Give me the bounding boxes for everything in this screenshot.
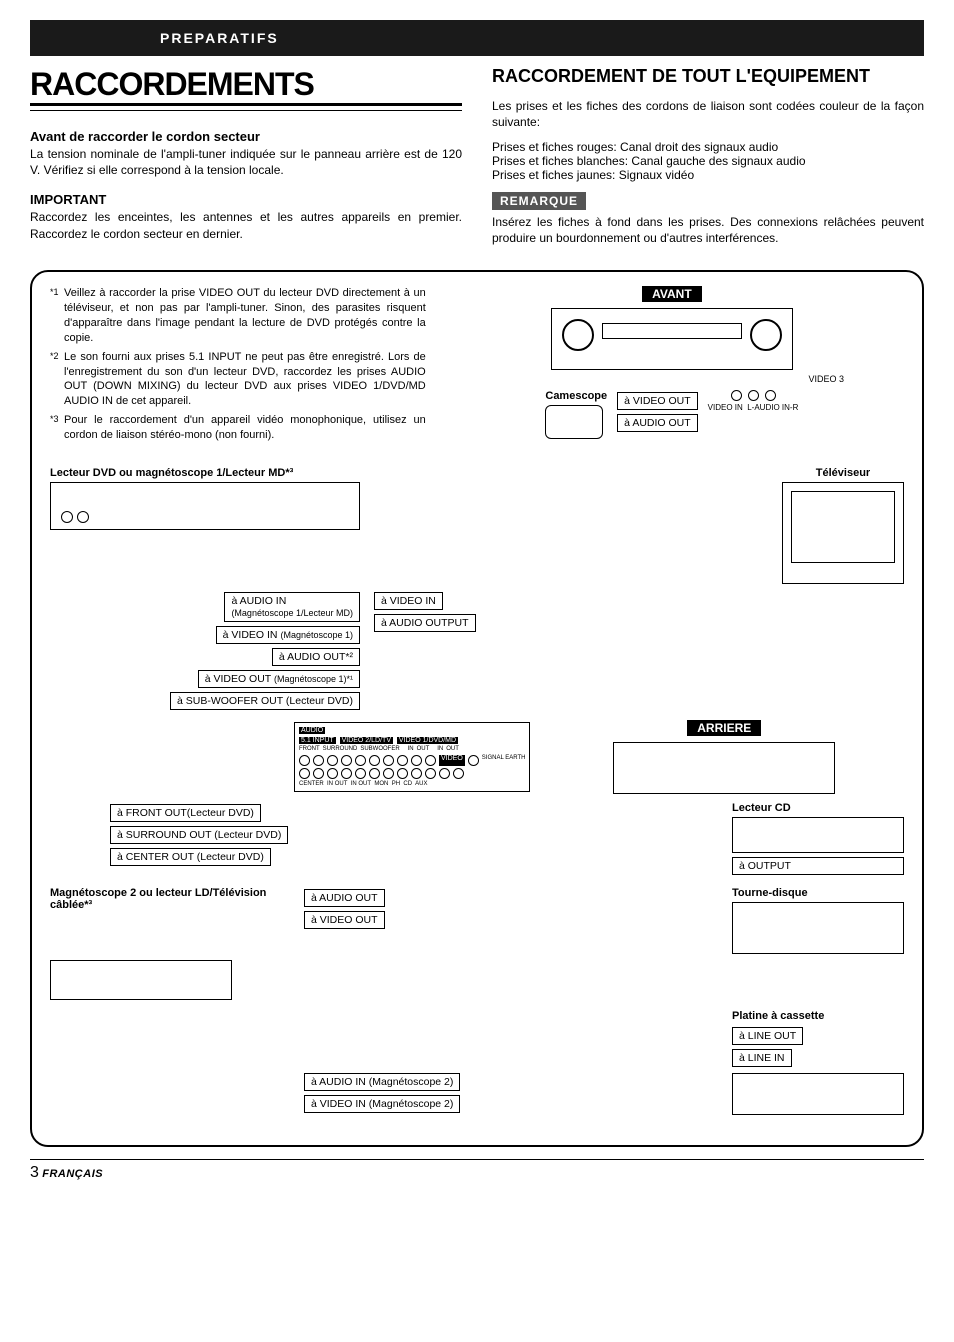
page-number: 3 bbox=[30, 1164, 39, 1181]
vcr2-title: Magnétoscope 2 ou lecteur LD/Télévision … bbox=[50, 887, 290, 911]
color-intro: Les prises et les fiches des cordons de … bbox=[492, 98, 924, 130]
turntable-label: Tourne-disque bbox=[732, 887, 904, 899]
footer-language: FRANÇAIS bbox=[42, 1168, 103, 1180]
section-header-band: PREPARATIFS bbox=[30, 20, 924, 56]
conn-cassette-line-in: à LINE IN bbox=[732, 1049, 792, 1067]
jack-icon bbox=[765, 390, 776, 401]
footnote-2: Le son fourni aux prises 5.1 INPUT ne pe… bbox=[64, 350, 426, 409]
receiver-rear-drawing bbox=[613, 742, 835, 794]
knob-right-icon bbox=[750, 319, 782, 351]
conn-cd-output: à OUTPUT bbox=[732, 857, 904, 875]
conn-audio-in: à AUDIO IN(Magnétoscope 1/Lecteur MD) bbox=[224, 592, 360, 622]
color-line-red: Prises et fiches rouges: Canal droit des… bbox=[492, 140, 924, 154]
color-line-yellow: Prises et fiches jaunes: Signaux vidéo bbox=[492, 168, 924, 182]
conn-surround-out: à SURROUND OUT (Lecteur DVD) bbox=[110, 826, 288, 844]
conn-subwoofer-out: à SUB-WOOFER OUT (Lecteur DVD) bbox=[170, 692, 360, 710]
arriere-badge: ARRIERE bbox=[687, 720, 761, 736]
subhead-before-cord: Avant de raccorder le cordon secteur bbox=[30, 129, 462, 144]
conn-audio-out-star2: à AUDIO OUT*² bbox=[272, 648, 360, 666]
conn-vcr2-audio-in: à AUDIO IN (Magnétoscope 2) bbox=[304, 1073, 460, 1091]
turntable-icon bbox=[732, 902, 904, 954]
video3-label: VIDEO 3 bbox=[440, 374, 844, 384]
conn-tv-audio-output: à AUDIO OUTPUT bbox=[374, 614, 476, 632]
left-column: RACCORDEMENTS Avant de raccorder le cord… bbox=[30, 66, 462, 256]
page-footer: 3 FRANÇAIS bbox=[30, 1159, 924, 1182]
laudio-in-r-label: L-AUDIO IN-R bbox=[747, 403, 798, 412]
front-panel-area: AVANT VIDEO 3 Camescope à VIDEO OUT à AU… bbox=[440, 286, 904, 439]
before-cord-text: La tension nominale de l'ampli-tuner ind… bbox=[30, 146, 462, 178]
conn-video-in-vcr1: à VIDEO IN (Magnétoscope 1) bbox=[216, 626, 360, 644]
conn-tv-video-in: à VIDEO IN bbox=[374, 592, 443, 610]
footnotes-block: *1Veillez à raccorder la prise VIDEO OUT… bbox=[50, 286, 426, 446]
display-window-icon bbox=[602, 323, 742, 339]
camescope-label: Camescope bbox=[545, 390, 607, 402]
jack-icon bbox=[731, 390, 742, 401]
video-in-jack-label: VIDEO IN bbox=[708, 403, 743, 412]
color-line-white: Prises et fiches blanches: Canal gauche … bbox=[492, 154, 924, 168]
footnote-3: Pour le raccordement d'un appareil vidéo… bbox=[64, 413, 426, 443]
conn-video-out-vcr1: à VIDEO OUT (Magnétoscope 1)*¹ bbox=[198, 670, 360, 688]
tv-label: Téléviseur bbox=[782, 467, 904, 479]
tv-icon bbox=[782, 482, 904, 584]
conn-front-out: à FRONT OUT(Lecteur DVD) bbox=[110, 804, 261, 822]
two-column-intro: RACCORDEMENTS Avant de raccorder le cord… bbox=[30, 66, 924, 256]
cd-label: Lecteur CD bbox=[732, 802, 904, 814]
conn-to-audio-out-cam: à AUDIO OUT bbox=[617, 414, 698, 432]
cassette-icon bbox=[732, 1073, 904, 1115]
dvd-title: Lecteur DVD ou magnétoscope 1/Lecteur MD… bbox=[50, 467, 360, 479]
note-badge: REMARQUE bbox=[492, 192, 586, 210]
connection-diagram: *1Veillez à raccorder la prise VIDEO OUT… bbox=[30, 270, 924, 1146]
cassette-label: Platine à cassette bbox=[732, 1010, 904, 1022]
conn-vcr2-audio-out: à AUDIO OUT bbox=[304, 889, 385, 907]
rear-jack-panel: AUDIO 5.1 INPUT VIDEO 2/LD/TV VIDEO 1/DV… bbox=[294, 722, 530, 792]
conn-center-out: à CENTER OUT (Lecteur DVD) bbox=[110, 848, 271, 866]
vcr2-icon bbox=[50, 960, 232, 1000]
title-underline bbox=[30, 110, 462, 111]
footnote-1: Veillez à raccorder la prise VIDEO OUT d… bbox=[64, 286, 426, 345]
cd-icon bbox=[732, 817, 904, 853]
knob-left-icon bbox=[562, 319, 594, 351]
dvd-player-icon bbox=[50, 482, 360, 530]
conn-vcr2-video-in: à VIDEO IN (Magnétoscope 2) bbox=[304, 1095, 460, 1113]
subhead-important: IMPORTANT bbox=[30, 192, 462, 207]
avant-badge: AVANT bbox=[642, 286, 702, 302]
conn-vcr2-video-out: à VIDEO OUT bbox=[304, 911, 385, 929]
right-column: RACCORDEMENT DE TOUT L'EQUIPEMENT Les pr… bbox=[492, 66, 924, 256]
camcorder-icon bbox=[545, 405, 603, 439]
important-text: Raccordez les enceintes, les antennes et… bbox=[30, 209, 462, 241]
conn-cassette-line-out: à LINE OUT bbox=[732, 1027, 803, 1045]
right-title: RACCORDEMENT DE TOUT L'EQUIPEMENT bbox=[492, 66, 924, 88]
note-body: Insérez les fiches à fond dans les prise… bbox=[492, 214, 924, 246]
jack-icon bbox=[748, 390, 759, 401]
page-title: RACCORDEMENTS bbox=[30, 66, 462, 106]
receiver-front-drawing bbox=[551, 308, 793, 370]
conn-to-video-out-cam: à VIDEO OUT bbox=[617, 392, 698, 410]
